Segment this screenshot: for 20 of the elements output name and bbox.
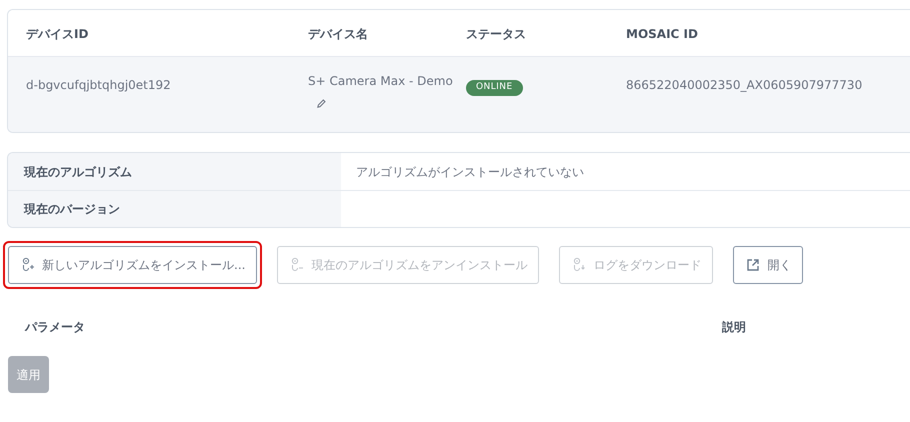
pencil-icon[interactable] [316,98,327,109]
install-button[interactable]: 新しいアルゴリズムをインストール... [8,246,258,284]
download-icon [571,257,588,273]
row-label: 現在のバージョン [24,201,120,218]
column-header: MOSAIC ID [626,27,698,41]
status-badge: ONLINE [466,80,523,96]
external-link-icon [745,257,762,273]
column-header: 説明 [722,320,746,334]
install-icon [20,257,36,273]
table-cell-text: S+ Camera Max - Demo [308,73,454,90]
table-cell: d-bgvcufqjbtqhgj0et192 [26,78,171,92]
column-header: デバイス名 [308,27,368,41]
table-cell: 866522040002350_AX0605907977730 [626,78,862,92]
row-value: アルゴリズムがインストールされていない [356,164,584,180]
column-header: デバイスID [26,27,88,41]
uninstall-icon [289,257,306,273]
column-header: ステータス [466,27,526,41]
column-header: パラメータ [25,320,85,334]
row-label: 現在のアルゴリズム [24,164,132,180]
open-button[interactable]: 開く [733,246,804,284]
